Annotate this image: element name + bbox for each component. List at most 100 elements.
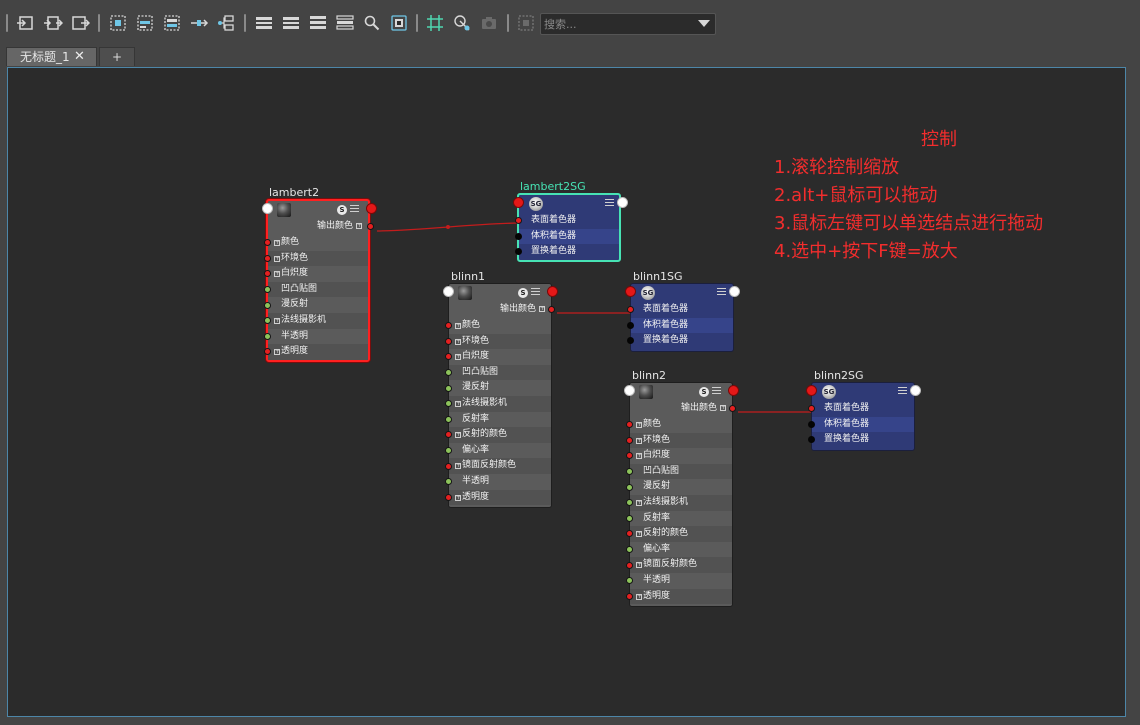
expand-icon[interactable]: +: [455, 494, 461, 501]
attribute-port[interactable]: [808, 420, 815, 428]
expand-icon[interactable]: +: [455, 463, 461, 470]
output-port[interactable]: [910, 385, 921, 396]
add-tab-button[interactable]: +: [99, 47, 135, 66]
attribute-row[interactable]: + 法线摄影机: [445, 396, 551, 412]
attribute-port[interactable]: [626, 499, 633, 507]
node-body[interactable]: SG 表面着色器 体积着色器 置换着色器: [513, 193, 628, 262]
expand-icon[interactable]: +: [274, 349, 280, 356]
full-view-icon[interactable]: [308, 13, 328, 33]
attribute-port[interactable]: [626, 452, 633, 460]
attribute-row[interactable]: + 法线摄影机: [626, 495, 732, 511]
attribute-row[interactable]: 半透明: [626, 573, 732, 589]
attribute-row[interactable]: 凹凸贴图: [445, 364, 551, 381]
search-input[interactable]: [544, 16, 692, 32]
node-body[interactable]: S 输出颜色 + + 颜色 + 环境色 + 白炽度 凹凸贴图 漫反射 + 法线摄影机 反射率 + 反射的颜色偏…: [624, 382, 739, 607]
attribute-row[interactable]: + 反射的颜色: [445, 427, 551, 443]
graph-input-icon[interactable]: [16, 13, 36, 33]
node-menu-icon[interactable]: [605, 199, 614, 208]
connected-view-icon[interactable]: [281, 13, 301, 33]
attribute-row[interactable]: 凹凸贴图: [626, 463, 732, 480]
attribute-port[interactable]: [626, 514, 633, 522]
expand-icon[interactable]: +: [356, 222, 362, 229]
frame-all-icon[interactable]: [108, 13, 128, 33]
graph-connections-icon[interactable]: [189, 13, 209, 33]
attribute-port[interactable]: [627, 306, 634, 314]
simple-view-icon[interactable]: [254, 13, 274, 33]
attribute-port[interactable]: [264, 270, 271, 278]
attribute-port[interactable]: [264, 332, 271, 340]
expand-icon[interactable]: +: [455, 401, 461, 407]
attribute-port[interactable]: [264, 239, 271, 247]
expand-icon[interactable]: +: [274, 240, 280, 246]
search-field[interactable]: [540, 13, 716, 35]
attribute-port[interactable]: [626, 483, 633, 491]
attribute-row[interactable]: + 透明度: [445, 489, 551, 506]
attribute-port[interactable]: [515, 248, 522, 256]
expand-icon[interactable]: +: [636, 500, 642, 506]
node-menu-icon[interactable]: [531, 288, 540, 297]
attribute-port[interactable]: [264, 286, 271, 294]
attribute-row[interactable]: + 环境色: [445, 333, 551, 350]
expand-icon[interactable]: +: [636, 562, 642, 569]
attribute-port[interactable]: [445, 447, 452, 455]
graph-input-output-icon[interactable]: [43, 13, 63, 33]
attribute-port[interactable]: [627, 321, 634, 329]
attribute-row[interactable]: 体积着色器: [808, 416, 914, 433]
expand-icon[interactable]: +: [636, 531, 642, 538]
attribute-row[interactable]: 凹凸贴图: [264, 281, 368, 298]
attribute-row[interactable]: 置换着色器: [808, 432, 914, 448]
expand-icon[interactable]: +: [455, 323, 461, 329]
attribute-row[interactable]: 表面着色器: [627, 302, 733, 318]
output-port[interactable]: [547, 286, 558, 297]
attribute-row[interactable]: + 白炽度: [445, 349, 551, 365]
attribute-port[interactable]: [264, 348, 271, 356]
node-menu-icon[interactable]: [898, 387, 907, 396]
node-body[interactable]: SG 表面着色器 体积着色器 置换着色器: [625, 283, 740, 352]
expand-icon[interactable]: +: [274, 318, 280, 324]
attribute-row[interactable]: + 白炽度: [626, 448, 732, 464]
attribute-port[interactable]: [627, 337, 634, 345]
node-snap-icon[interactable]: [452, 13, 472, 33]
attribute-port[interactable]: [445, 384, 452, 392]
attribute-port[interactable]: [626, 546, 633, 554]
node-body[interactable]: S 输出颜色 + + 颜色 + 环境色 + 白炽度 凹凸贴图 漫反射 + 法线摄影机 反射率 + 反射的颜色偏…: [443, 283, 558, 508]
expand-icon[interactable]: +: [636, 453, 642, 460]
attribute-row[interactable]: 表面着色器: [808, 401, 914, 417]
node-menu-icon[interactable]: [350, 205, 359, 214]
attribute-row[interactable]: 半透明: [264, 329, 368, 345]
custom-view-icon[interactable]: [335, 13, 355, 33]
expand-icon[interactable]: +: [539, 305, 545, 312]
output-port[interactable]: [617, 197, 628, 208]
attribute-port[interactable]: [445, 462, 452, 470]
attribute-port[interactable]: [445, 322, 452, 330]
expand-icon[interactable]: +: [636, 437, 642, 444]
attribute-port[interactable]: [445, 431, 452, 439]
input-port[interactable]: [262, 203, 273, 214]
expand-icon[interactable]: +: [720, 404, 726, 411]
expand-icon[interactable]: +: [274, 255, 280, 262]
input-port[interactable]: [443, 286, 454, 297]
output-color-port[interactable]: [729, 405, 736, 412]
node-body[interactable]: S 输出颜色 + + 颜色 + 环境色 + 白炽度 凹凸贴图 漫反射 + 法线摄影机 半透明 + 透明度: [262, 199, 377, 362]
attribute-row[interactable]: 漫反射: [264, 297, 368, 313]
attribute-row[interactable]: + 镜面反射颜色: [445, 458, 551, 474]
frame-nodes-icon[interactable]: [162, 13, 182, 33]
attribute-row[interactable]: + 法线摄影机: [264, 313, 368, 329]
attribute-port[interactable]: [445, 369, 452, 377]
attribute-row[interactable]: + 透明度: [264, 344, 368, 360]
attribute-row[interactable]: + 环境色: [626, 432, 732, 449]
attribute-port[interactable]: [808, 405, 815, 413]
attribute-row[interactable]: + 颜色: [626, 417, 732, 433]
swatch-toggle-icon[interactable]: [389, 13, 409, 33]
attribute-row[interactable]: 反射率: [445, 412, 551, 428]
attribute-row[interactable]: 表面着色器: [515, 213, 619, 229]
attribute-port[interactable]: [515, 232, 522, 240]
attribute-port[interactable]: [264, 254, 271, 262]
expand-icon[interactable]: +: [455, 432, 461, 439]
attribute-port[interactable]: [626, 421, 633, 429]
attribute-row[interactable]: + 颜色: [445, 318, 551, 334]
attribute-port[interactable]: [445, 415, 452, 423]
expand-icon[interactable]: +: [636, 593, 642, 600]
grid-toggle-icon[interactable]: [425, 13, 445, 33]
attribute-row[interactable]: + 透明度: [626, 588, 732, 605]
